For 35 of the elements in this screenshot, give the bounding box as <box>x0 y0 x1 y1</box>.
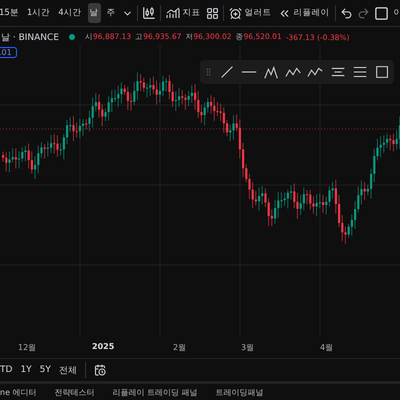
square-icon[interactable] <box>374 6 389 20</box>
candlestick-icon[interactable] <box>142 6 156 20</box>
interval-tab[interactable]: 15분 <box>0 3 21 23</box>
drawing-tool-icon[interactable] <box>374 63 390 81</box>
symbol-label: 날 · BINANCE <box>0 32 60 44</box>
time-axis-label: 2월 <box>173 342 186 353</box>
range-button[interactable]: 전체 <box>58 364 77 376</box>
time-axis-label: 2025 <box>92 342 114 351</box>
name-button[interactable]: 이 <box>392 6 400 20</box>
redo-icon[interactable] <box>356 6 370 20</box>
range-button[interactable]: 5Y <box>40 365 51 375</box>
interval-tab[interactable]: 날 <box>88 3 101 23</box>
grid-icon[interactable] <box>206 6 219 20</box>
alarm-clock-icon <box>228 6 242 20</box>
price-badge: .01 <box>0 47 17 58</box>
time-axis-label: 12월 <box>18 342 36 353</box>
replay-button[interactable]: 리플레이 <box>276 6 331 20</box>
chart-icon <box>166 7 180 19</box>
interval-tab[interactable]: 4시간 <box>56 3 84 23</box>
interval-tab[interactable]: 1시간 <box>24 3 52 23</box>
drawing-tool-icon[interactable] <box>263 63 280 81</box>
undo-icon[interactable] <box>340 6 353 20</box>
range-button[interactable]: TD <box>0 365 12 375</box>
panel-tab[interactable]: 리플레이 트레이딩 패널 <box>112 386 198 398</box>
time-axis-label: 3월 <box>241 342 254 353</box>
grip-icon[interactable] <box>204 67 213 77</box>
panel-tab[interactable]: 전략테스터 <box>54 386 95 398</box>
interval-tab[interactable]: 주 <box>104 3 118 23</box>
time-axis-label: 4월 <box>320 342 334 353</box>
panel-tab[interactable]: ne 에디터 <box>0 386 37 398</box>
panel-tab[interactable]: 트레이딩패널 <box>216 386 264 398</box>
indicators-button[interactable]: 지표 <box>164 6 202 20</box>
alert-button[interactable]: 얼러트 <box>228 6 273 20</box>
range-button[interactable]: 1Y <box>20 365 32 375</box>
calendar-icon[interactable] <box>94 364 106 376</box>
